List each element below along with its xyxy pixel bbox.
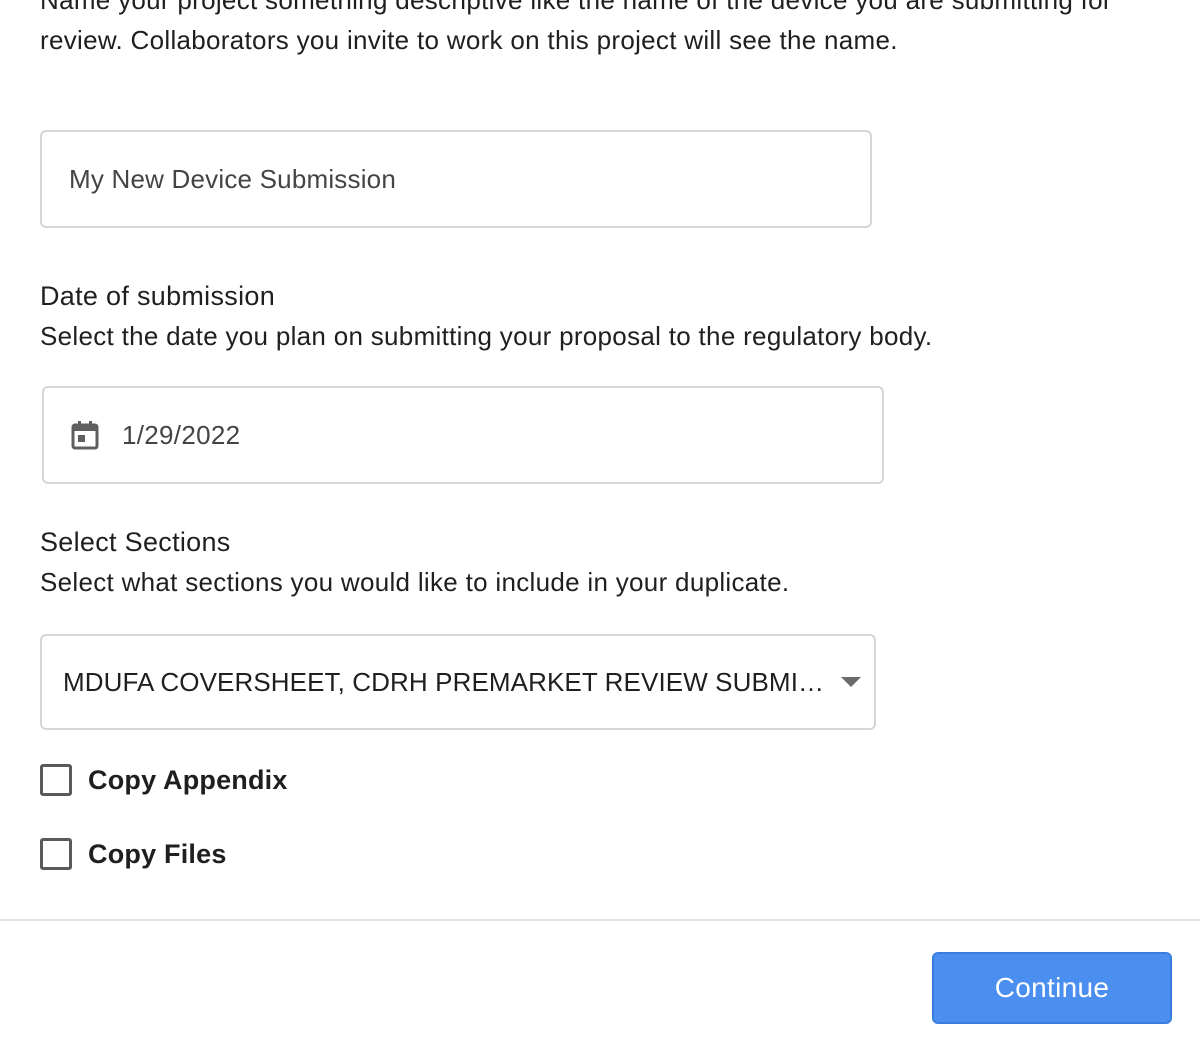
project-name-field[interactable] bbox=[40, 130, 872, 228]
date-value: 1/29/2022 bbox=[122, 419, 241, 450]
sections-select-value: MDUFA COVERSHEET, CDRH PREMARKET REVIEW … bbox=[63, 666, 838, 697]
sections-select[interactable]: MDUFA COVERSHEET, CDRH PREMARKET REVIEW … bbox=[40, 634, 876, 730]
footer-divider bbox=[0, 919, 1200, 921]
copy-appendix-checkbox[interactable] bbox=[40, 764, 72, 796]
copy-files-checkbox[interactable] bbox=[40, 838, 72, 870]
sections-title: Select Sections bbox=[40, 527, 231, 557]
copy-files-option[interactable]: Copy Files bbox=[40, 838, 227, 870]
calendar-icon[interactable] bbox=[70, 420, 100, 450]
copy-files-label: Copy Files bbox=[88, 838, 227, 869]
date-of-submission-field[interactable]: 1/29/2022 bbox=[42, 386, 884, 484]
chevron-down-icon[interactable] bbox=[840, 676, 862, 688]
copy-appendix-option[interactable]: Copy Appendix bbox=[40, 764, 288, 796]
sections-description: Select what sections you would like to i… bbox=[40, 567, 790, 597]
date-section-title: Date of submission bbox=[40, 281, 276, 311]
date-section-description: Select the date you plan on submitting y… bbox=[40, 321, 933, 351]
copy-appendix-label: Copy Appendix bbox=[88, 764, 288, 795]
duplicate-project-form: Name your project something descriptive … bbox=[0, 0, 1200, 1052]
project-name-input[interactable] bbox=[67, 162, 870, 196]
project-name-description: Name your project something descriptive … bbox=[40, 0, 1112, 55]
continue-button[interactable]: Continue bbox=[932, 952, 1172, 1024]
